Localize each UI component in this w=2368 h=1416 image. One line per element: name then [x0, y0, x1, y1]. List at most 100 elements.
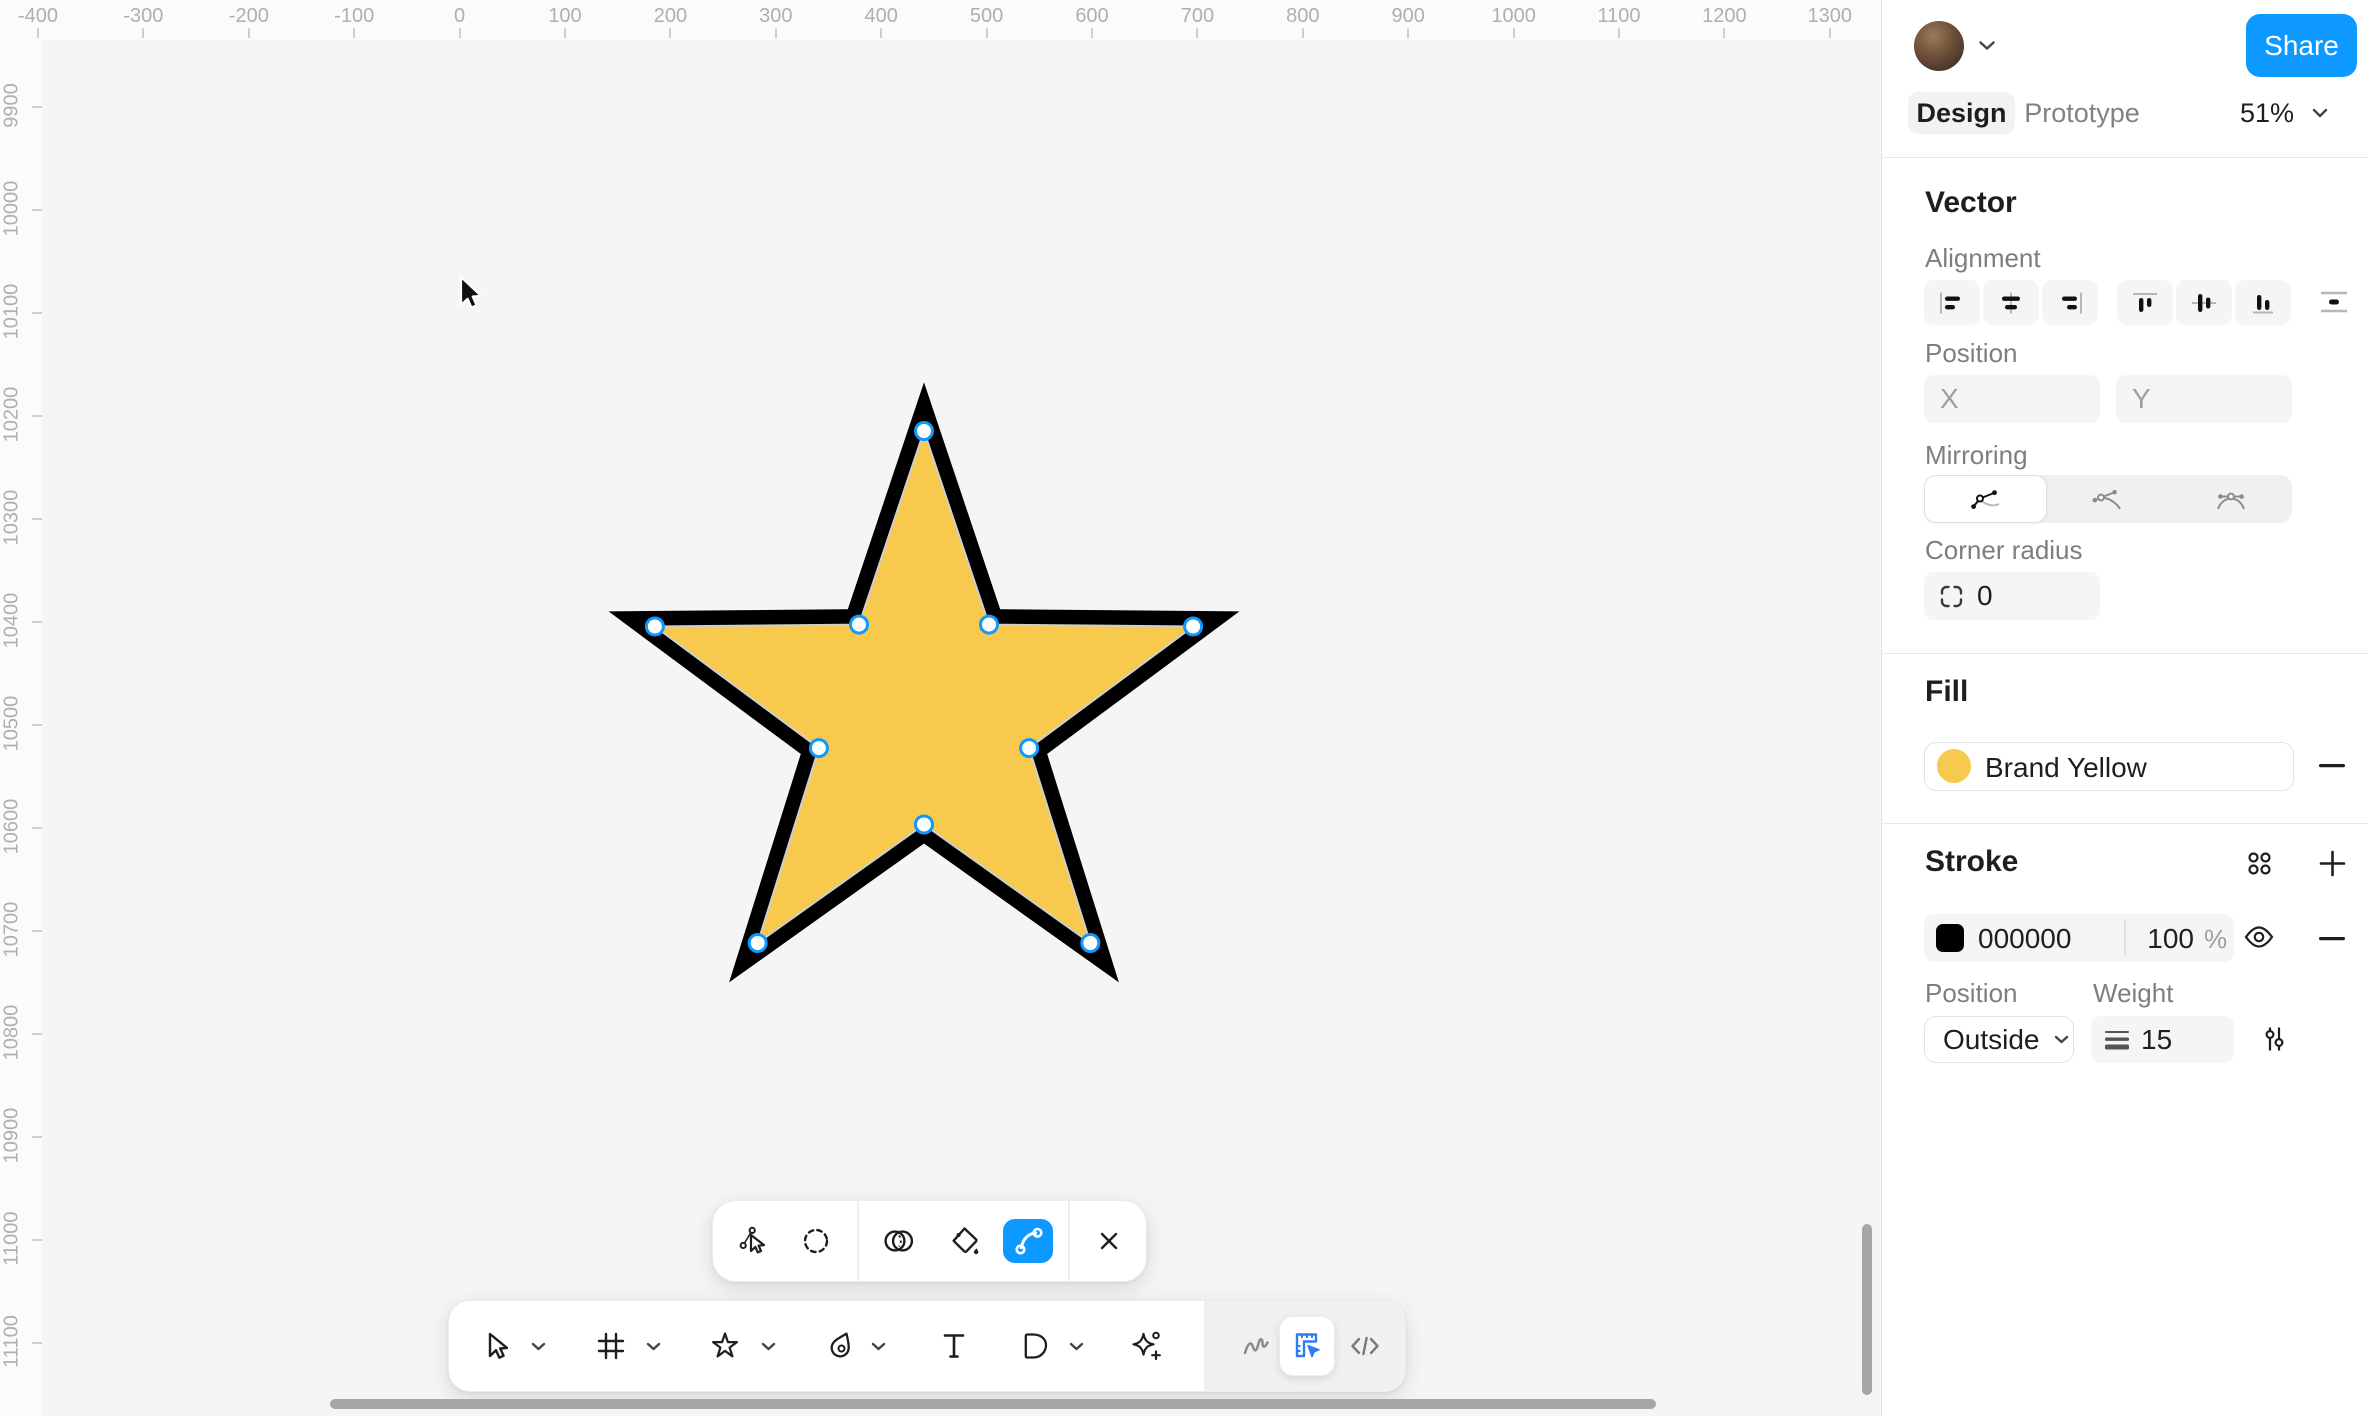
shape-tool-dropdown[interactable] [754, 1324, 782, 1368]
fill-style-chip[interactable]: Brand Yellow [1924, 742, 2294, 791]
ruler-number: 11100 [1, 1294, 24, 1390]
share-button[interactable]: Share [2246, 14, 2357, 77]
align-bottom-button[interactable] [2235, 280, 2291, 325]
zoom-menu[interactable]: 51% [2240, 92, 2328, 134]
mode-switch-group [1206, 1301, 1405, 1391]
paint-region-tool-button[interactable] [877, 1219, 921, 1263]
add-stroke-button[interactable] [2312, 843, 2352, 883]
align-left-icon [1939, 292, 1965, 314]
ruler-tick [1513, 28, 1515, 38]
draw-mode-button[interactable] [1234, 1324, 1278, 1368]
dev-mode-toggle[interactable] [1279, 1316, 1335, 1376]
align-vertical-center-button[interactable] [2176, 280, 2232, 325]
ruler-number: 600 [1075, 5, 1108, 28]
shape-tool-button[interactable] [703, 1324, 747, 1368]
stroke-color-swatch[interactable] [1936, 924, 1964, 952]
y-position-input[interactable] [2116, 383, 2292, 415]
stroke-styles-button[interactable] [2239, 843, 2279, 883]
vector-anchor-point[interactable] [916, 423, 933, 440]
ruler-vertical: 9900100001010010200103001040010500106001… [0, 0, 42, 1416]
stroke-position-select[interactable]: Outside [1924, 1016, 2074, 1063]
ruler-number: 400 [865, 5, 898, 28]
paint-bucket-tool-button[interactable] [942, 1219, 986, 1263]
vertical-scrollbar[interactable] [1862, 1224, 1872, 1395]
vector-anchor-point[interactable] [916, 816, 933, 833]
stroke-hex-value[interactable]: 000000 [1978, 923, 2071, 955]
mirroring-none-option[interactable] [1924, 475, 2047, 523]
dev-mode-ruler-cursor-icon [1289, 1328, 1325, 1364]
lasso-icon [799, 1224, 833, 1258]
canvas[interactable]: -400-300-200-100010020030040050060070080… [0, 0, 1881, 1416]
vector-anchor-point[interactable] [810, 740, 827, 757]
corner-radius-icon [1938, 583, 1965, 610]
mirroring-angle-length-option[interactable] [2169, 475, 2292, 523]
horizontal-scrollbar[interactable] [330, 1399, 1656, 1409]
align-top-button[interactable] [2117, 280, 2173, 325]
stroke-visibility-button[interactable] [2239, 917, 2279, 957]
align-right-button[interactable] [2042, 280, 2098, 325]
minus-icon [2319, 764, 2345, 768]
avatar[interactable] [1914, 21, 1964, 71]
distribute-spacing-button[interactable] [2314, 282, 2354, 322]
vector-anchor-point[interactable] [749, 935, 766, 952]
frame-tool-dropdown[interactable] [639, 1324, 667, 1368]
stroke-weight-field [2091, 1016, 2234, 1063]
bend-tool-button[interactable] [1003, 1219, 1053, 1263]
chevron-down-icon [646, 1342, 661, 1351]
align-vertical-center-icon [2191, 292, 2217, 314]
avatar-chevron-icon[interactable] [1978, 40, 1996, 51]
vector-anchor-point[interactable] [851, 616, 868, 633]
corner-radius-input[interactable] [1965, 580, 2100, 612]
ruler-tick [564, 28, 566, 38]
exit-vector-edit-button[interactable] [1087, 1219, 1131, 1263]
tab-design[interactable]: Design [1908, 92, 2015, 134]
stroke-weight-input[interactable] [2131, 1024, 2234, 1056]
vector-move-tool-button[interactable] [732, 1219, 776, 1263]
move-tool-dropdown[interactable] [524, 1324, 552, 1368]
align-horizontal-center-button[interactable] [1983, 280, 2039, 325]
ruler-number: 10400 [1, 573, 24, 669]
stroke-opacity-value[interactable]: 100 [2138, 923, 2194, 955]
alignment-label: Alignment [1925, 243, 2041, 274]
pen-tool-dropdown[interactable] [864, 1324, 892, 1368]
section-title-fill: Fill [1925, 675, 1968, 709]
remove-stroke-button[interactable] [2312, 919, 2352, 959]
stroke-position-label: Position [1925, 978, 2018, 1009]
vector-anchor-point[interactable] [1185, 618, 1202, 635]
fill-color-swatch[interactable] [1937, 749, 1971, 783]
pen-tool-icon [824, 1329, 858, 1363]
advanced-stroke-button[interactable] [2254, 1019, 2294, 1059]
tab-prototype[interactable]: Prototype [2022, 92, 2142, 134]
comment-tool-dropdown[interactable] [1062, 1324, 1090, 1368]
move-tool-button[interactable] [474, 1324, 518, 1368]
vector-anchor-point[interactable] [1021, 740, 1038, 757]
stroke-position-value: Outside [1943, 1024, 2040, 1056]
star-tool-icon [708, 1329, 742, 1363]
mirroring-label: Mirroring [1925, 440, 2028, 471]
vector-anchor-point[interactable] [1082, 935, 1099, 952]
styles-grid-icon [2246, 850, 2273, 877]
ruler-number: 800 [1286, 5, 1319, 28]
stroke-color-row[interactable]: 000000 100 % [1924, 914, 2234, 962]
star-fill-shape[interactable] [655, 431, 1193, 943]
bend-tool-icon [1010, 1224, 1046, 1258]
remove-fill-button[interactable] [2312, 746, 2352, 786]
code-mode-button[interactable] [1343, 1324, 1387, 1368]
actions-button[interactable] [1124, 1324, 1168, 1368]
ruler-number: 1200 [1702, 5, 1747, 28]
align-left-button[interactable] [1924, 280, 1980, 325]
no-mirroring-icon [1969, 485, 2003, 513]
ruler-number: 1100 [1597, 5, 1640, 28]
ruler-tick [775, 28, 777, 38]
lasso-tool-button[interactable] [794, 1219, 838, 1263]
mirroring-angle-option[interactable] [2047, 475, 2170, 523]
vector-anchor-point[interactable] [981, 616, 998, 633]
stroke-weight-label: Weight [2093, 978, 2173, 1009]
field-divider [2124, 920, 2126, 956]
vector-anchor-point[interactable] [646, 618, 663, 635]
frame-tool-button[interactable] [589, 1324, 633, 1368]
text-tool-button[interactable] [932, 1324, 976, 1368]
pen-tool-button[interactable] [819, 1324, 863, 1368]
x-position-input[interactable] [1924, 383, 2100, 415]
comment-tool-button[interactable] [1012, 1324, 1056, 1368]
